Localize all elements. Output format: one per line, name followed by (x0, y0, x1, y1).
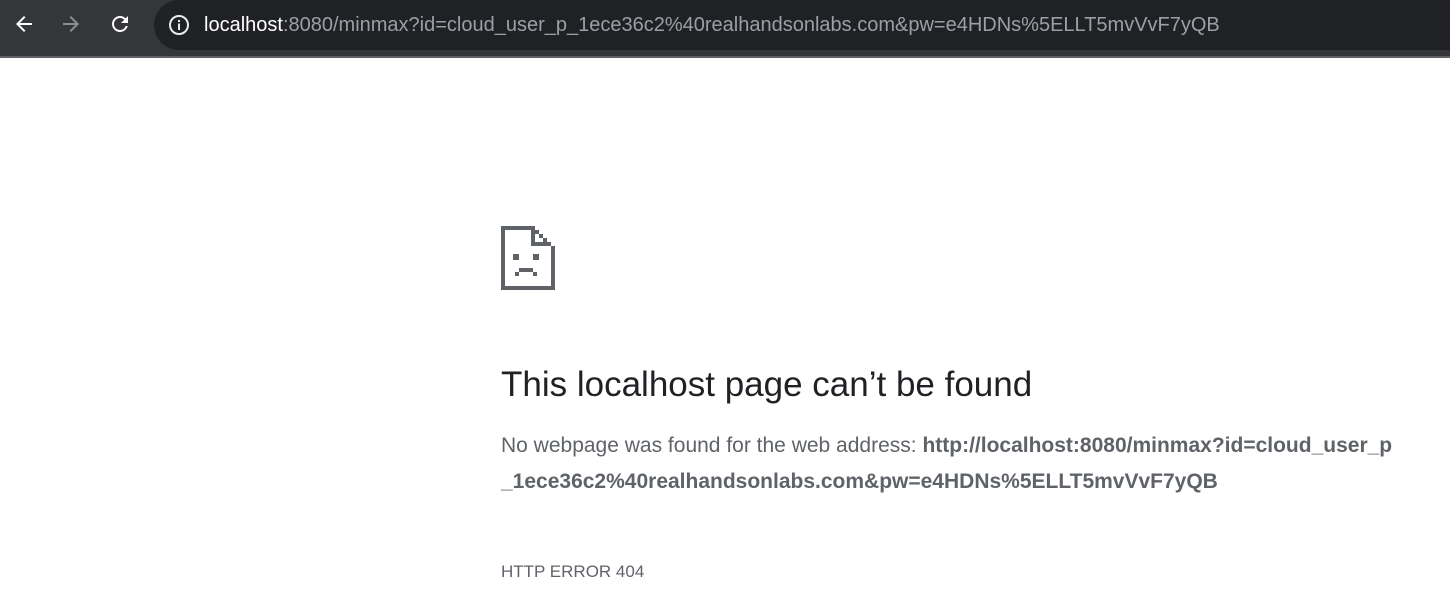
error-description-prefix: No webpage was found for the web address… (501, 434, 923, 457)
error-description: No webpage was found for the web address… (501, 428, 1401, 500)
arrow-right-icon (63, 16, 79, 32)
reload-button[interactable] (104, 8, 136, 40)
url-host: localhost (204, 14, 283, 36)
error-code: HTTP ERROR 404 (501, 562, 645, 581)
browser-toolbar: localhost:8080/minmax?id=cloud_user_p_1e… (0, 0, 1450, 58)
reload-icon (112, 15, 128, 32)
arrow-left-icon (16, 16, 32, 32)
url-path: :8080/minmax?id=cloud_user_p_1ece36c2%40… (282, 14, 1220, 36)
error-page-content: This localhost page can’t be found No we… (501, 226, 1401, 581)
address-bar[interactable]: localhost:8080/minmax?id=cloud_user_p_1e… (154, 0, 1450, 50)
back-button[interactable] (8, 8, 40, 40)
info-circle-icon[interactable] (168, 14, 190, 36)
error-title: This localhost page can’t be found (501, 365, 1033, 404)
sad-document-icon (501, 226, 555, 290)
forward-button[interactable] (55, 8, 87, 40)
address-bar-url[interactable]: localhost:8080/minmax?id=cloud_user_p_1e… (204, 13, 1220, 37)
